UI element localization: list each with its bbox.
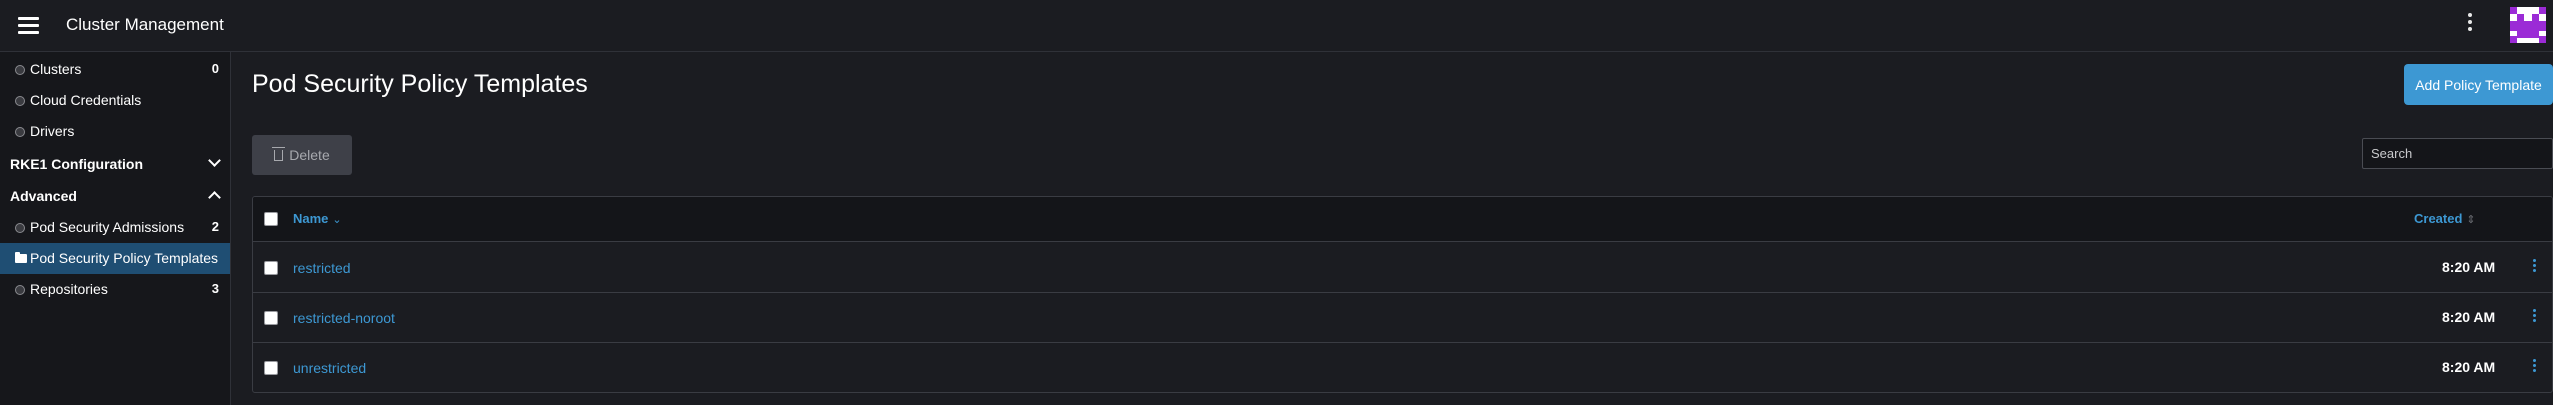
app-title: Cluster Management xyxy=(66,15,224,34)
row-name-link[interactable]: restricted-noroot xyxy=(293,310,395,326)
folder-icon xyxy=(15,252,27,263)
chevron-up-icon xyxy=(208,191,221,204)
sidebar-item-clusters[interactable]: Clusters 0 xyxy=(0,54,230,85)
row-actions-icon[interactable] xyxy=(2530,259,2538,279)
row-created: 8:20 AM xyxy=(2442,359,2496,375)
delete-button-label: Delete xyxy=(289,147,330,163)
column-header-label: Created xyxy=(2414,211,2463,226)
sidebar-item-label: Cloud Credentials xyxy=(30,92,142,108)
top-header: Cluster Management xyxy=(0,0,2553,52)
group-label: Advanced xyxy=(10,188,77,204)
policy-templates-table: Name ⌄ Created ⇕ restricted 8:20 AM restri… xyxy=(252,196,2553,393)
row-actions-icon[interactable] xyxy=(2530,309,2538,329)
circle-icon xyxy=(15,96,25,106)
column-header-name[interactable]: Name ⌄ xyxy=(293,211,342,226)
avatar[interactable] xyxy=(2510,7,2546,43)
sidebar-group-rke1-configuration[interactable]: RKE1 Configuration xyxy=(0,148,230,179)
sidebar-item-count: 0 xyxy=(211,61,219,76)
circle-icon xyxy=(15,127,25,137)
sidebar-item-label: Clusters xyxy=(30,61,82,77)
row-checkbox[interactable] xyxy=(264,311,278,325)
sidebar-item-label: Pod Security Admissions xyxy=(30,219,185,235)
row-name-link[interactable]: unrestricted xyxy=(293,360,366,376)
sidebar-item-pod-security-policy-templates[interactable]: Pod Security Policy Templates xyxy=(0,243,230,274)
page-title: Pod Security Policy Templates xyxy=(252,70,588,98)
delete-button[interactable]: Delete xyxy=(252,135,352,175)
table-header: Name ⌄ Created ⇕ xyxy=(253,197,2552,242)
sidebar: Clusters 0 Cloud Credentials Drivers RKE… xyxy=(0,52,231,405)
table-row: unrestricted 8:20 AM xyxy=(253,343,2552,392)
more-options-icon[interactable] xyxy=(2465,13,2475,37)
sort-descending-icon: ⌄ xyxy=(332,214,342,226)
circle-icon xyxy=(15,285,25,295)
row-checkbox[interactable] xyxy=(264,361,278,375)
sidebar-item-count: 2 xyxy=(211,219,219,234)
sidebar-item-pod-security-admissions[interactable]: Pod Security Admissions 2 xyxy=(0,212,230,243)
table-row: restricted 8:20 AM xyxy=(253,243,2552,293)
add-policy-template-button[interactable]: Add Policy Template xyxy=(2404,64,2553,105)
row-created: 8:20 AM xyxy=(2442,259,2496,275)
search-input[interactable] xyxy=(2362,138,2553,169)
sidebar-item-label: Repositories xyxy=(30,281,108,297)
hamburger-menu-icon[interactable] xyxy=(18,17,39,34)
column-header-created[interactable]: Created ⇕ xyxy=(2414,211,2476,226)
sidebar-item-label: Drivers xyxy=(30,123,75,139)
sidebar-group-advanced[interactable]: Advanced xyxy=(0,180,230,211)
chevron-down-icon xyxy=(208,154,221,167)
row-checkbox[interactable] xyxy=(264,261,278,275)
row-actions-icon[interactable] xyxy=(2530,359,2538,379)
sidebar-item-repositories[interactable]: Repositories 3 xyxy=(0,274,230,305)
sidebar-item-drivers[interactable]: Drivers xyxy=(0,116,230,147)
sidebar-item-cloud-credentials[interactable]: Cloud Credentials xyxy=(0,85,230,116)
select-all-checkbox[interactable] xyxy=(264,212,278,226)
sidebar-item-count: 3 xyxy=(211,281,219,296)
sort-icon: ⇕ xyxy=(2466,214,2476,226)
trash-icon xyxy=(272,146,286,161)
sidebar-item-label: Pod Security Policy Templates xyxy=(30,250,219,266)
table-row: restricted-noroot 8:20 AM xyxy=(253,293,2552,343)
group-label: RKE1 Configuration xyxy=(10,156,143,172)
row-created: 8:20 AM xyxy=(2442,309,2496,325)
row-name-link[interactable]: restricted xyxy=(293,260,351,276)
column-header-label: Name xyxy=(293,211,329,226)
circle-icon xyxy=(15,223,25,233)
circle-icon xyxy=(15,65,25,75)
